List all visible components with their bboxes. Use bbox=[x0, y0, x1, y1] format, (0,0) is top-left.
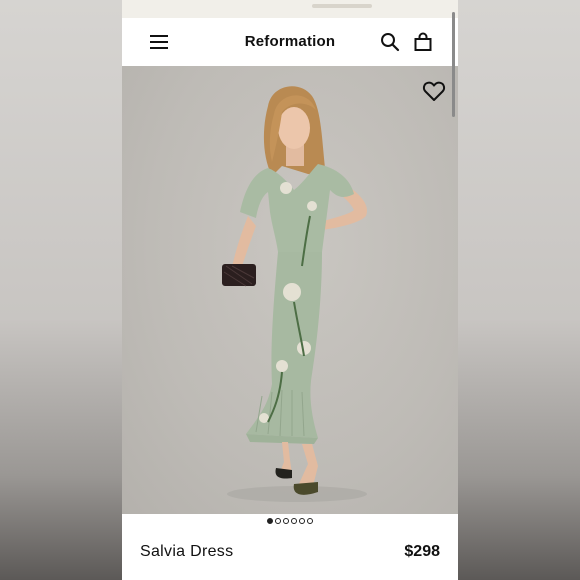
carousel-dot[interactable] bbox=[283, 518, 289, 524]
top-strip-ghost bbox=[312, 4, 372, 8]
shopping-bag-icon bbox=[414, 32, 432, 51]
bag-button[interactable] bbox=[411, 30, 435, 54]
scrollbar[interactable] bbox=[452, 12, 455, 117]
phone-screen: Reformation Salvia Dress $298 bbox=[122, 0, 458, 580]
carousel-dot[interactable] bbox=[291, 518, 297, 524]
product-image[interactable] bbox=[122, 66, 458, 514]
carousel-dot[interactable] bbox=[275, 518, 281, 524]
background-right bbox=[458, 0, 580, 580]
background-left bbox=[0, 0, 122, 580]
product-price: $298 bbox=[404, 543, 440, 560]
carousel-dot[interactable] bbox=[267, 518, 273, 524]
carousel-dot[interactable] bbox=[299, 518, 305, 524]
favorite-button[interactable] bbox=[422, 80, 448, 104]
model-illustration bbox=[222, 86, 368, 502]
heart-outline-icon bbox=[422, 81, 446, 101]
top-strip bbox=[122, 0, 458, 18]
search-button[interactable] bbox=[378, 30, 402, 54]
product-name[interactable]: Salvia Dress bbox=[140, 543, 233, 561]
search-icon bbox=[381, 33, 400, 52]
app-header: Reformation bbox=[122, 18, 458, 66]
carousel-dot[interactable] bbox=[307, 518, 313, 524]
brand-title[interactable]: Reformation bbox=[122, 33, 458, 50]
image-carousel-dots bbox=[122, 518, 458, 524]
